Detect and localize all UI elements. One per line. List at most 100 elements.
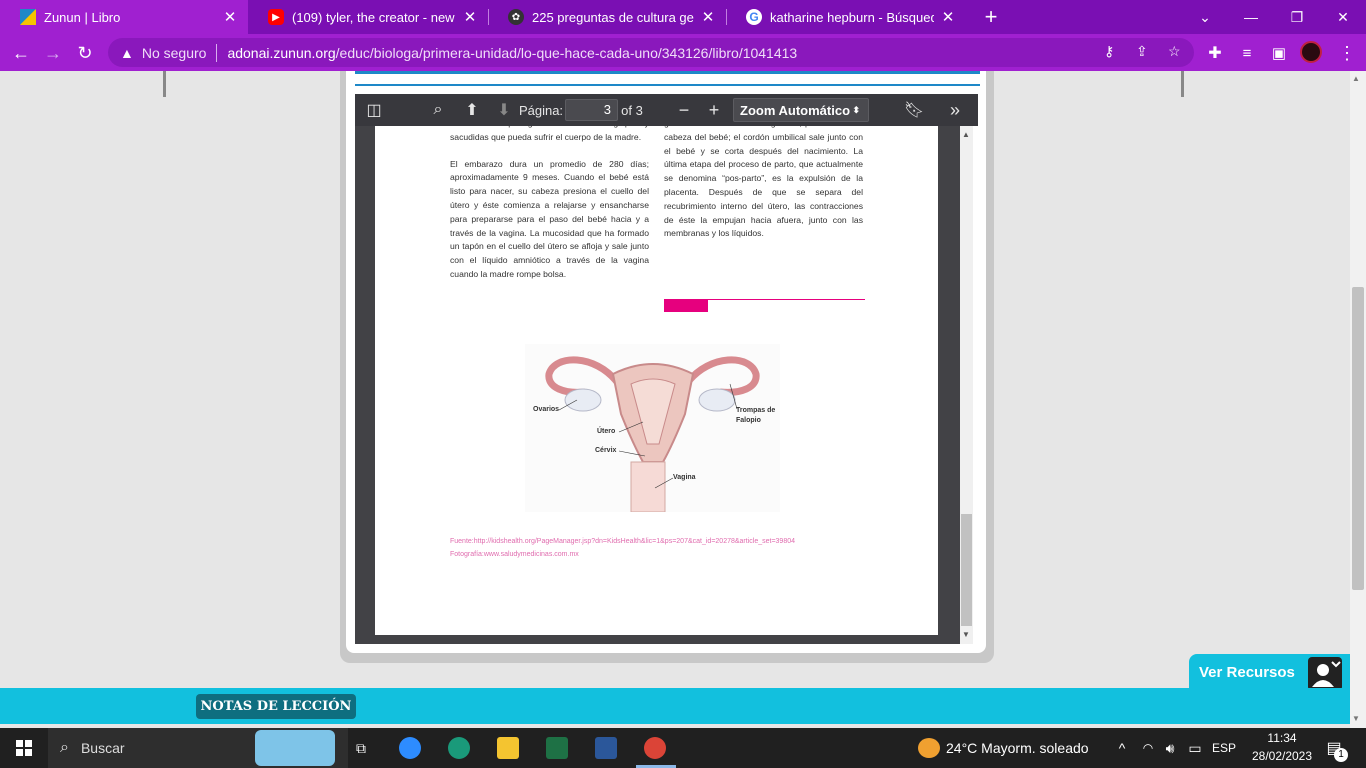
- figure-label: Ovarios: [533, 406, 560, 413]
- divider: [216, 43, 218, 62]
- back-icon[interactable]: ←: [8, 40, 34, 66]
- zoom-select[interactable]: Zoom Automático ⬍: [733, 98, 869, 122]
- page-number-input[interactable]: 3: [565, 99, 618, 121]
- wifi-icon[interactable]: ◠: [1138, 728, 1158, 768]
- taskbar: ⌕ Buscar ⧉ 24°C Mayorm. soleado ^ ◠ 🔊︎ ▭…: [0, 728, 1366, 768]
- accent-line: [355, 84, 980, 86]
- weather-text[interactable]: 24°C Mayorm. soleado: [946, 728, 1096, 768]
- avatar[interactable]: [1300, 41, 1322, 63]
- youtube-icon: ▶: [268, 9, 284, 25]
- paragraph: ge la cabeza del bebé. En general, prime…: [664, 126, 863, 239]
- word-icon[interactable]: [595, 737, 617, 759]
- pdf-scrollbar-thumb[interactable]: [961, 514, 972, 626]
- language-indicator[interactable]: ESP: [1210, 728, 1238, 768]
- forward-icon[interactable]: →: [40, 40, 66, 66]
- photo-credit: Fotografía:www.saludymedicinas.com.mx: [450, 551, 579, 558]
- file-explorer-icon[interactable]: [497, 737, 519, 759]
- task-view-icon[interactable]: ⧉: [346, 728, 376, 768]
- decorative-bar: [664, 299, 708, 312]
- pdf-toolbar: ◫ ⌕ ⬆ ⬇ Página: 3 of 3 − + Zoom Automáti…: [355, 94, 978, 126]
- figure-label: Útero: [597, 428, 616, 435]
- pdf-scroll-up-icon[interactable]: ▲: [962, 130, 970, 139]
- chevron-up-icon[interactable]: ^: [1112, 728, 1132, 768]
- bookmark-icon[interactable]: 🔖︎: [903, 94, 925, 126]
- paragraph: El embarazo dura un promedio de 280 días…: [450, 158, 649, 279]
- zoom-app-icon[interactable]: [399, 737, 421, 759]
- restore-button[interactable]: ❐: [1274, 0, 1320, 34]
- page-count: of 3: [621, 102, 643, 118]
- next-page-icon[interactable]: ⬇: [493, 94, 515, 126]
- zunun-icon: [20, 9, 36, 25]
- scroll-up-icon[interactable]: ▲: [1352, 74, 1360, 83]
- page-label: Página:: [518, 102, 564, 118]
- figure-label: Cérvix: [595, 447, 617, 454]
- user-resources-icon[interactable]: [1308, 657, 1342, 691]
- zoom-out-icon[interactable]: −: [673, 94, 695, 126]
- clock-time[interactable]: 11:34: [1250, 731, 1314, 745]
- notification-badge: 1: [1334, 748, 1348, 762]
- menu-icon[interactable]: ⋮: [1334, 40, 1360, 66]
- shadow-edge: [163, 71, 166, 97]
- source-link[interactable]: Fuente:http://kidshealth.org/PageManager…: [450, 538, 795, 545]
- clock-date[interactable]: 28/02/2023: [1250, 749, 1314, 763]
- tools-icon[interactable]: »: [943, 94, 967, 126]
- zoom-in-icon[interactable]: +: [703, 94, 725, 126]
- figure-label: Trompas de: [736, 407, 776, 414]
- tab-close-icon[interactable]: ✕: [700, 8, 716, 26]
- address-bar[interactable]: ▲ No seguro adonai.zunun.org/educ/biolog…: [108, 38, 1194, 67]
- minimize-button[interactable]: —: [1228, 0, 1274, 34]
- share-icon[interactable]: ⇪: [1136, 43, 1148, 60]
- tab-preguntas[interactable]: ✿ 225 preguntas de cultura general ✕: [488, 0, 726, 34]
- previous-page-icon[interactable]: ⬆: [461, 94, 483, 126]
- decorative-line: [708, 299, 865, 300]
- chrome-icon[interactable]: [644, 737, 666, 759]
- search-icon: ⌕: [60, 739, 69, 756]
- reload-icon[interactable]: ↻: [72, 40, 98, 66]
- search-highlight-image: [255, 730, 335, 766]
- media-icon[interactable]: ≡: [1234, 40, 1260, 66]
- scroll-down-icon[interactable]: ▼: [1352, 714, 1360, 723]
- sidepanel-icon[interactable]: ▣: [1266, 40, 1292, 66]
- shadow-edge: [1181, 71, 1184, 97]
- notes-button[interactable]: NOTAS DE LECCIÓN: [196, 694, 356, 719]
- figure-label: Vagina: [673, 474, 696, 481]
- text-column-left: de amniótico protegen al feto de los gol…: [450, 126, 649, 295]
- url-text: adonai.zunun.org/educ/biologa/primera-un…: [227, 44, 798, 61]
- anatomy-figure: Ovarios Trompas de Falopio Útero Cérvix …: [525, 344, 780, 513]
- tab-youtube[interactable]: ▶ (109) tyler, the creator - new mag ✕: [248, 0, 488, 34]
- battery-icon[interactable]: ▭: [1185, 728, 1205, 768]
- tab-title: katharine hepburn - Búsqueda de: [770, 9, 934, 25]
- pdf-page: de amniótico protegen al feto de los gol…: [375, 126, 938, 635]
- tab-close-icon[interactable]: ✕: [940, 8, 956, 26]
- dropdown-icon: ⬍: [852, 104, 860, 115]
- excel-icon[interactable]: [546, 737, 568, 759]
- pdf-scroll-down-icon[interactable]: ▼: [962, 630, 970, 639]
- page-scrollbar-thumb[interactable]: [1352, 287, 1364, 590]
- star-icon[interactable]: ☆: [1168, 43, 1181, 60]
- tab-google[interactable]: G katharine hepburn - Búsqueda de ✕: [726, 0, 966, 34]
- tab-title: (109) tyler, the creator - new mag: [292, 9, 456, 25]
- volume-icon[interactable]: 🔊︎: [1160, 728, 1180, 768]
- figure-label: Falopio: [736, 417, 761, 424]
- edge-icon[interactable]: [448, 737, 470, 759]
- search-icon[interactable]: ⌕: [427, 94, 449, 126]
- warning-icon: ▲: [120, 44, 134, 61]
- new-tab-button[interactable]: +: [978, 4, 1004, 30]
- tab-title: 225 preguntas de cultura general: [532, 9, 694, 25]
- accent-line: [355, 71, 980, 74]
- security-label: No seguro: [141, 44, 207, 61]
- text-column-right: ge la cabeza del bebé. En general, prime…: [664, 126, 863, 254]
- key-icon[interactable]: ⚷: [1104, 43, 1114, 60]
- windows-start-icon[interactable]: [0, 728, 48, 768]
- extensions-icon[interactable]: ✚: [1202, 40, 1228, 66]
- tab-search-button[interactable]: ⌄: [1182, 0, 1228, 34]
- paragraph: de amniótico protegen al feto de los gol…: [450, 126, 649, 142]
- tab-close-icon[interactable]: ✕: [462, 8, 478, 26]
- close-window-button[interactable]: ✕: [1320, 0, 1366, 34]
- tab-close-icon[interactable]: ✕: [222, 8, 238, 26]
- google-icon: G: [746, 9, 762, 25]
- site-icon: ✿: [508, 9, 524, 25]
- tab-zunun[interactable]: Zunun | Libro ✕: [0, 0, 248, 34]
- sidebar-toggle-icon[interactable]: ◫: [363, 94, 385, 126]
- weather-icon: [918, 738, 940, 758]
